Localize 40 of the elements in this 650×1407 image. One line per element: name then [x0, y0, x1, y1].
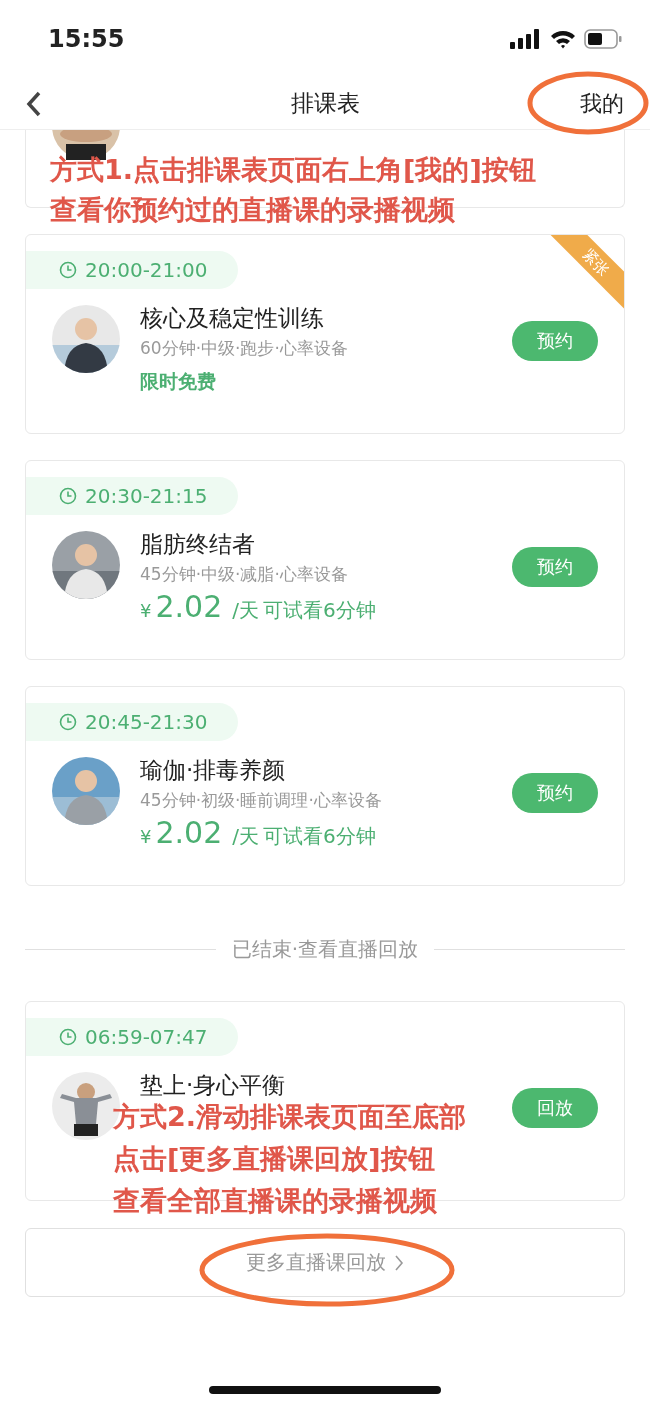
price-unit: /天 — [232, 823, 259, 850]
time-pill: 20:45-21:30 — [26, 703, 238, 741]
course-title: 垫上·身心平衡 — [140, 1071, 287, 1100]
status-time: 15:55 — [48, 25, 125, 53]
time-pill: 06:59-07:47 — [26, 1018, 238, 1056]
chevron-right-icon — [394, 1253, 404, 1272]
clock-icon — [59, 1028, 77, 1046]
trial-note: 可试看6分钟 — [263, 823, 376, 850]
course-title: 脂肪终结者 — [140, 530, 256, 559]
signal-icon — [510, 29, 542, 49]
annotation-text: 点击[更多直播课回放]按钮 — [113, 1142, 436, 1176]
free-label: 限时免费 — [140, 369, 217, 394]
clock-icon — [59, 487, 77, 505]
course-title: 核心及稳定性训练 — [140, 304, 325, 333]
course-meta: 60分钟·中级·跑步·心率设备 — [140, 337, 349, 360]
currency: ¥ — [140, 826, 152, 847]
my-button[interactable]: 我的 — [580, 88, 624, 119]
price-amount: 2.02 — [155, 589, 223, 624]
section-divider-label: 已结束·查看直播回放 — [231, 936, 419, 963]
trial-note: 可试看6分钟 — [263, 597, 376, 624]
annotation-text: 方式1.点击排课表页面右上角[我的]按钮 — [50, 153, 536, 187]
time-pill: 20:00-21:00 — [26, 251, 238, 289]
clock-icon — [59, 261, 77, 279]
course-title: 瑜伽·排毒养颜 — [140, 756, 287, 785]
page-title: 排课表 — [290, 89, 360, 118]
course-meta: 45分钟·初级·睡前调理·心率设备 — [140, 789, 383, 812]
time-pill: 20:30-21:15 — [26, 477, 238, 515]
wifi-icon — [550, 29, 576, 49]
course-card[interactable]: 20:00-21:00 紧张 核心及稳定性训练 60分钟·中级·跑步·心率设备 限时免费 预约 — [25, 234, 625, 434]
annotation-text: 方式2.滑动排课表页面至底部 — [113, 1100, 467, 1134]
course-card[interactable]: 20:45-21:30 瑜伽·排毒养颜 45分钟·初级·睡前调理·心率设备 ¥2.02 /天 可试看6分钟 预约 — [25, 686, 625, 886]
currency: ¥ — [140, 600, 152, 621]
annotation-text: 查看你预约过的直播课的录播视频 — [50, 193, 456, 227]
price-amount: 2.02 — [155, 815, 223, 850]
clock-icon — [59, 713, 77, 731]
course-card[interactable]: 20:30-21:15 脂肪终结者 45分钟·中级·减脂·心率设备 ¥2.02 /天 可试看6分钟 预约 — [25, 460, 625, 660]
course-meta: 45分钟·中级·减脂·心率设备 — [140, 563, 349, 586]
price-unit: /天 — [232, 597, 259, 624]
back-icon[interactable] — [26, 90, 42, 117]
battery-icon — [584, 29, 622, 49]
